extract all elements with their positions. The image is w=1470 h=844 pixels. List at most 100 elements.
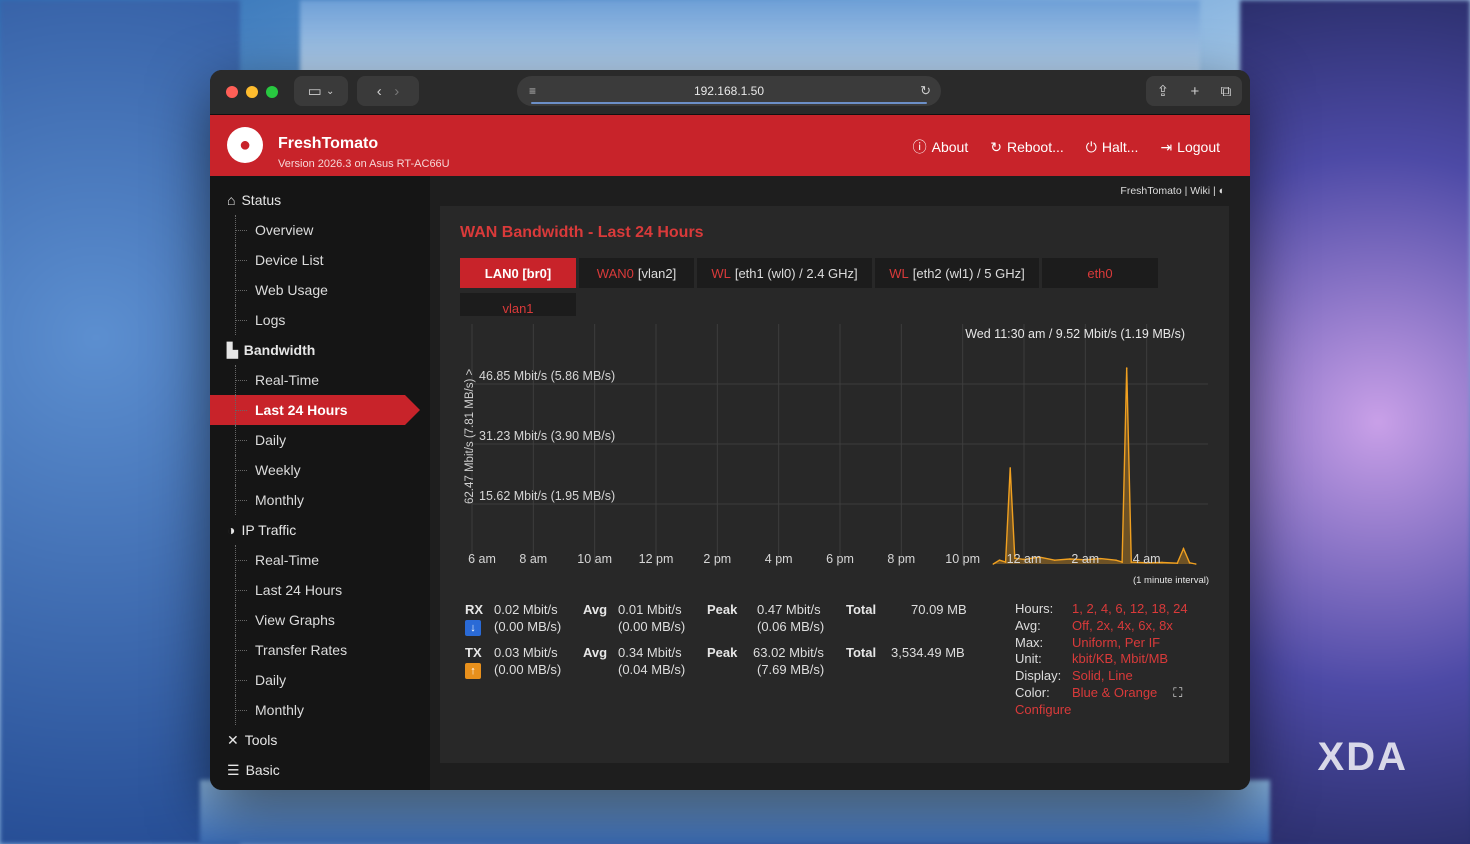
series-point [1115,559,1117,561]
series-point [1194,563,1197,565]
sidebar-item-ip-last-24-hours[interactable]: Last 24 Hours [210,575,430,605]
color-options[interactable]: Blue & Orange [1072,685,1157,702]
sidebar-item-device-list[interactable]: Device List [210,245,430,275]
home-icon: ⌂ [227,192,236,208]
x-tick-label: 12 am [1007,552,1042,566]
series-point [1188,562,1191,564]
halt-link[interactable]: ⏻ Halt... [1086,137,1139,157]
rx-total-label: Total [846,602,877,617]
series-point [1121,561,1123,563]
browser-titlebar: ▭ ⌄ ‹ › ≡ 192.168.1.50 ↻ ⇪ + ⧉ [210,70,1250,115]
tools-icon: ✕ [227,731,239,748]
rx-total: 70.09 MB [911,602,967,617]
sidebar-item-bw-last-24-hours[interactable]: Last 24 Hours [210,395,420,425]
share-icon[interactable]: ⇪ [1157,82,1170,100]
configure-link[interactable]: Configure [1015,702,1071,719]
new-tab-icon[interactable]: + [1191,83,1200,100]
logout-icon: ⇥ [1160,138,1173,155]
rx-peak-label: Peak [707,602,738,617]
tab-wan0[interactable]: WAN0 [vlan2] [579,258,694,288]
sidebar-item-ip-monthly[interactable]: Monthly [210,695,430,725]
forward-icon[interactable]: › [394,83,399,100]
reboot-icon: ↻ [990,138,1002,155]
x-tick-label: 10 pm [945,552,980,566]
tab-eth0[interactable]: eth0 [1042,258,1158,288]
sidebar-icon: ▭ [307,83,322,100]
unit-options[interactable]: kbit/KB, Mbit/MB [1072,651,1168,668]
series-point [998,559,1001,561]
x-tick-label: 4 am [1133,552,1161,566]
top-links[interactable]: FreshTomato | Wiki | ◐ [1120,185,1225,197]
tx-current: 0.03 Mbit/s (0.00 MB/s) [494,645,562,677]
sidebar-item-ip-daily[interactable]: Daily [210,665,430,695]
sidebar-item-logs[interactable]: Logs [210,305,430,335]
sidebar-item-web-usage[interactable]: Web Usage [210,275,430,305]
series-point [1053,559,1056,561]
about-link[interactable]: ⓘ About [913,137,969,157]
chevron-down-icon: ⌄ [325,85,335,97]
background-cloud [0,0,240,844]
hours-options[interactable]: 1, 2, 4, 6, 12, 18, 24 [1072,601,1188,618]
tab-wl-eth1[interactable]: WL [eth1 (wl0) / 2.4 GHz] [697,258,872,288]
sidebar-group-tools[interactable]: ✕ Tools [210,725,430,755]
sidebar-group-status[interactable]: ⌂ Status [210,185,430,215]
sidebar-item-bw-weekly[interactable]: Weekly [210,455,430,485]
y-axis-label: 62.47 Mbit/s (7.81 MB/s) > [464,369,476,504]
reboot-link[interactable]: ↻ Reboot... [990,137,1064,157]
graph-options: Hours: 1, 2, 4, 6, 12, 18, 24 Avg: Off, 2x… [1015,601,1188,719]
x-tick-label: 2 am [1071,552,1099,566]
brand-name: FreshTomato [278,135,379,152]
rx-avg: 0.01 Mbit/s (0.00 MB/s) [618,602,686,634]
bandwidth-panel: WAN Bandwidth - Last 24 Hours LAN0 [br0]… [440,206,1229,763]
sidebar-group-bandwidth[interactable]: ▙ Bandwidth [210,335,430,365]
chart-interval-note-text: (1 minute interval) [1132,575,1209,586]
tab-overview-icon[interactable]: ⧉ [1221,83,1232,100]
sidebar-item-ip-realtime[interactable]: Real-Time [210,545,430,575]
series-point [992,563,995,565]
page-load-progress [531,102,927,104]
url-text: 192.168.1.50 [693,84,765,98]
x-tick-label: 6 pm [826,552,854,566]
zoom-window-button[interactable] [266,86,278,98]
rx-label: RX [465,602,484,617]
max-options[interactable]: Uniform, Per IF [1072,635,1160,652]
page-menu-icon[interactable]: ≡ [529,84,536,98]
header-nav: ⓘ About ↻ Reboot... ⏻ Halt... ⇥ Logout [913,137,1220,157]
tx-arrow-icon: ↑ [465,661,481,679]
sidebar-item-bw-realtime[interactable]: Real-Time [210,365,430,395]
info-icon: ⓘ [912,139,927,155]
reload-icon[interactable]: ↻ [920,83,931,99]
tab-wl-eth2[interactable]: WL [eth2 (wl1) / 5 GHz] [875,258,1039,288]
tomato-logo-icon: ● [227,127,263,163]
sidebar-item-overview[interactable]: Overview [210,215,430,245]
tab-lan0[interactable]: LAN0 [br0] [460,258,576,288]
sidebar-item-bw-daily[interactable]: Daily [210,425,430,455]
logout-link[interactable]: ⇥ Logout [1160,137,1220,157]
bar-chart-icon: ▙ [227,341,238,358]
bandwidth-chart[interactable]: 46.85 Mbit/s (5.86 MB/s) 31.23 Mbit/s (3.… [460,316,1210,566]
rx-arrow-icon: ↓ [465,618,481,636]
x-tick-label: 2 pm [703,552,731,566]
sidebar-group-basic[interactable]: ☰ Basic [210,755,430,785]
x-tick-label: 8 am [519,552,547,566]
back-forward-buttons[interactable]: ‹ › [357,76,419,106]
x-tick-label: 8 pm [887,552,915,566]
minimize-window-button[interactable] [246,86,258,98]
sidebar-item-ip-view-graphs[interactable]: View Graphs [210,605,430,635]
chart-hover-readout: Wed 11:30 am / 9.52 Mbit/s (1.19 MB/s) [965,327,1185,341]
sidebar-item-ip-transfer-rates[interactable]: Transfer Rates [210,635,430,665]
y-tick-label: 31.23 Mbit/s (3.90 MB/s) [479,429,615,443]
avg-options[interactable]: Off, 2x, 4x, 6x, 8x [1072,618,1173,635]
tx-avg-label: Avg [583,645,608,660]
sidebar-item-bw-monthly[interactable]: Monthly [210,485,430,515]
display-options[interactable]: Solid, Line [1072,668,1133,685]
expand-icon[interactable]: ⛶ [1173,685,1182,702]
back-icon[interactable]: ‹ [377,83,382,100]
close-window-button[interactable] [226,86,238,98]
x-tick-label: 12 pm [639,552,674,566]
series-point [1099,557,1102,560]
url-bar[interactable]: ≡ 192.168.1.50 ↻ [517,76,941,106]
sidebar-toggle-button[interactable]: ▭ ⌄ [294,76,348,106]
x-tick-label: 10 am [577,552,612,566]
sidebar-group-ip-traffic[interactable]: ◑ IP Traffic [210,515,430,545]
